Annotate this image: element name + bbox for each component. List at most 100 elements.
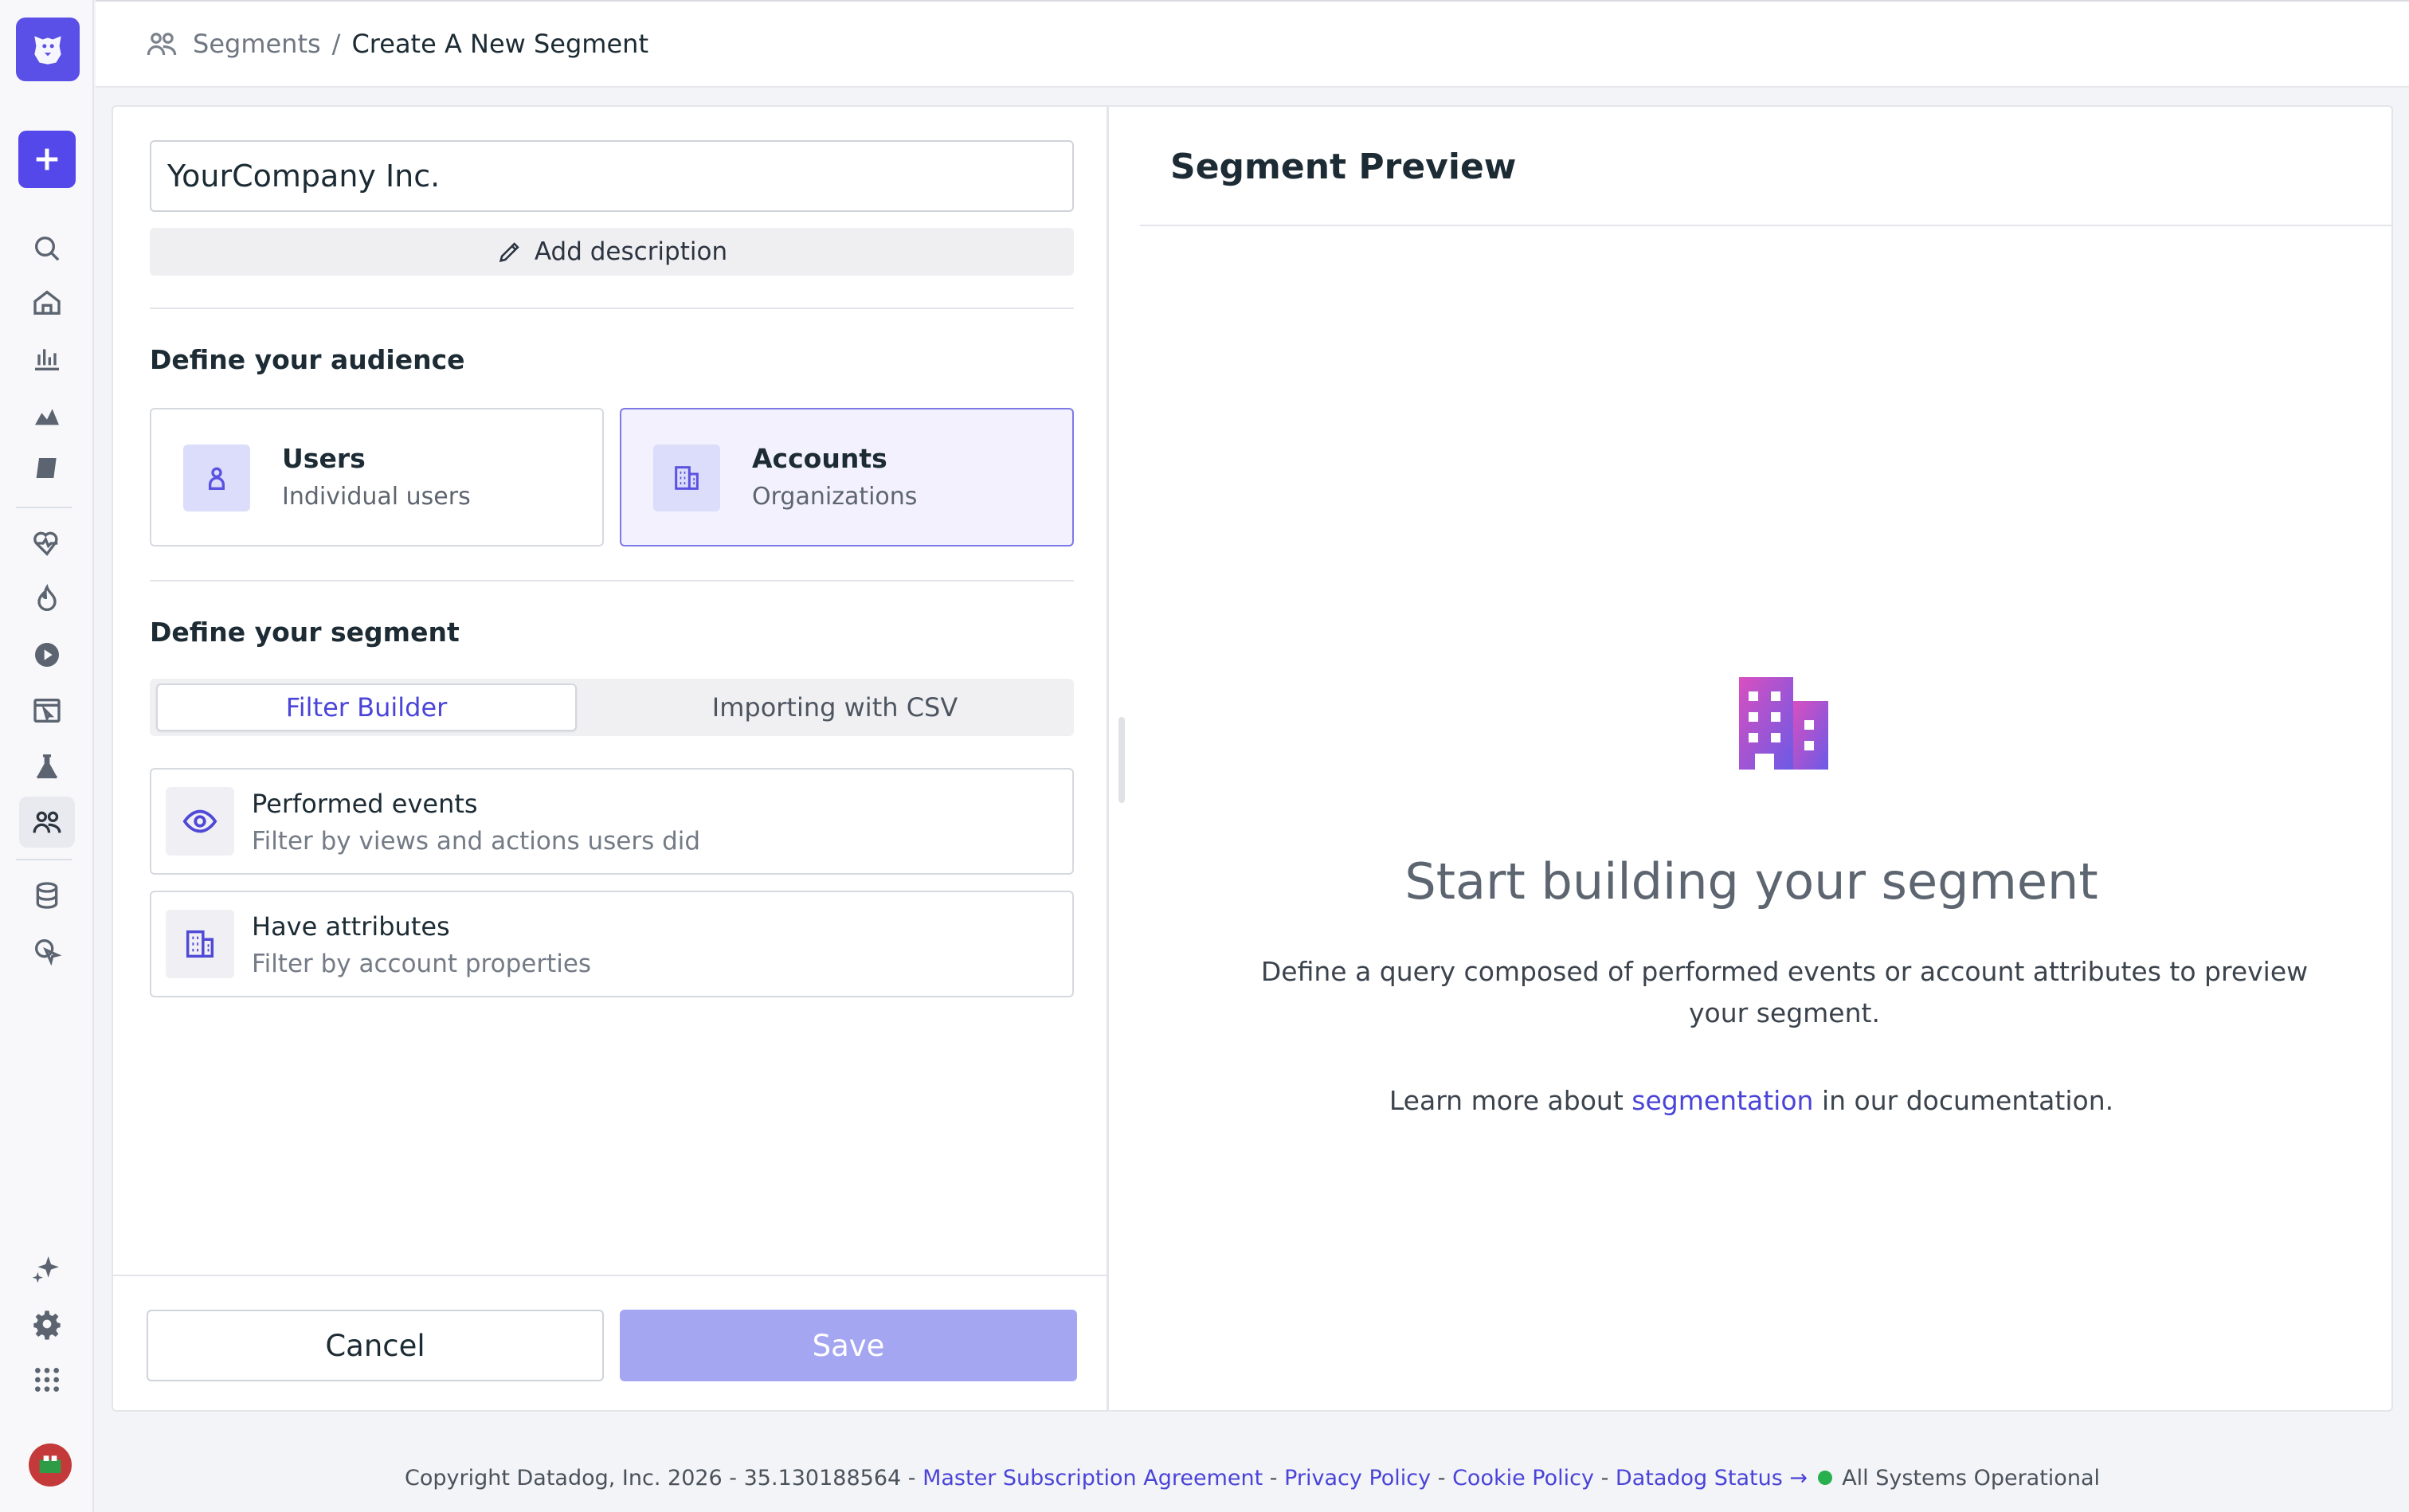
page-title: Create A New Segment — [351, 29, 648, 59]
audience-option-users[interactable]: Users Individual users — [150, 408, 604, 546]
users-icon — [147, 33, 177, 56]
nav-security[interactable] — [19, 574, 75, 625]
nav-search[interactable] — [19, 223, 75, 274]
segment-section-title: Define your segment — [150, 617, 460, 648]
area-chart-icon — [35, 409, 59, 425]
breadcrumb-separator: / — [331, 29, 341, 59]
building-icon-wrap — [166, 910, 234, 978]
cookie-policy-link[interactable]: Cookie Policy — [1452, 1466, 1594, 1490]
sparkle-icon — [32, 1256, 59, 1283]
nav-rum[interactable] — [19, 629, 75, 680]
nav-notebooks[interactable] — [19, 445, 75, 496]
learn-more-line: Learn more about segmentation in our doc… — [1111, 1085, 2391, 1116]
nav-segments[interactable] — [19, 797, 75, 848]
segment-preview-panel: Segment Preview Start building your segm… — [1111, 107, 2391, 1410]
avatar[interactable] — [29, 1443, 72, 1487]
status-ok-icon — [1817, 1470, 1832, 1485]
cancel-button[interactable]: Cancel — [147, 1310, 604, 1381]
nav-integrations[interactable] — [19, 926, 75, 977]
add-description-button[interactable]: Add description — [150, 228, 1074, 276]
nav-divider — [16, 859, 72, 860]
filter-title: Have attributes — [252, 911, 450, 942]
building-icon — [186, 930, 214, 958]
segment-method-tabs: Filter Builder Importing with CSV — [150, 679, 1074, 736]
plus-icon — [36, 148, 58, 170]
empty-state-title: Start building your segment — [1404, 852, 2098, 911]
empty-state-description: Define a query composed of performed eve… — [1260, 956, 2309, 1028]
flame-icon — [37, 583, 57, 611]
copyright-text: Copyright Datadog, Inc. 2026 - 35.130188… — [404, 1466, 916, 1490]
nav-ai[interactable] — [19, 1243, 75, 1294]
user-avatar-icon — [39, 1455, 61, 1473]
nav-experiments[interactable] — [19, 741, 75, 792]
building-icon-wrap — [653, 445, 720, 511]
audience-section-title: Define your audience — [150, 344, 465, 375]
msa-link[interactable]: Master Subscription Agreement — [922, 1466, 1263, 1490]
breadcrumb: Segments / Create A New Segment — [96, 0, 2409, 88]
preview-divider — [1140, 225, 2391, 226]
audience-option-title: Accounts — [752, 443, 887, 474]
nav-data[interactable] — [19, 870, 75, 921]
nav-metrics[interactable] — [19, 389, 75, 440]
datadog-status-link[interactable]: Datadog Status → — [1616, 1466, 1808, 1490]
filter-performed-events[interactable]: Performed events Filter by views and act… — [150, 768, 1074, 875]
dog-logo-icon — [34, 36, 61, 65]
filter-subtitle: Filter by account properties — [252, 950, 592, 978]
segment-form: Add description Define your audience Use… — [113, 107, 1109, 1410]
nav-divider — [16, 507, 72, 508]
eye-icon-wrap — [166, 787, 234, 856]
add-description-label: Add description — [534, 237, 728, 266]
segment-editor-card: Add description Define your audience Use… — [112, 105, 2393, 1412]
audience-option-title: Users — [282, 443, 366, 474]
segmentation-docs-link[interactable]: segmentation — [1631, 1085, 1813, 1116]
audience-option-subtitle: Individual users — [282, 483, 471, 511]
footer-separator: - — [1600, 1466, 1609, 1490]
audience-option-subtitle: Organizations — [752, 483, 918, 511]
filter-title: Performed events — [252, 789, 478, 819]
users-icon — [33, 811, 61, 833]
gear-icon — [33, 1310, 61, 1340]
preview-title: Segment Preview — [1170, 147, 1517, 187]
left-nav — [0, 0, 94, 1512]
person-icon — [209, 467, 225, 490]
cursor-click-icon — [35, 939, 62, 966]
footer-separator: - — [1437, 1466, 1446, 1490]
nav-monitors[interactable] — [19, 518, 75, 569]
footer-separator: - — [1269, 1466, 1278, 1490]
learn-more-suffix: in our documentation. — [1821, 1085, 2114, 1116]
privacy-policy-link[interactable]: Privacy Policy — [1284, 1466, 1431, 1490]
tab-filter-builder[interactable]: Filter Builder — [156, 684, 577, 731]
nav-dashboards[interactable] — [19, 333, 75, 384]
status-text: All Systems Operational — [1842, 1466, 2100, 1490]
browser-cursor-icon — [33, 699, 61, 723]
pencil-icon — [499, 242, 519, 263]
breadcrumb-segments-link[interactable]: Segments — [193, 29, 321, 59]
audience-option-accounts[interactable]: Accounts Organizations — [620, 408, 1074, 546]
bar-chart-icon — [35, 349, 59, 370]
datadog-logo[interactable] — [16, 18, 80, 81]
page-footer: Copyright Datadog, Inc. 2026 - 35.130188… — [96, 1466, 2409, 1490]
eye-icon — [182, 809, 217, 833]
building-icon — [675, 466, 699, 490]
play-circle-icon — [35, 643, 59, 667]
nav-settings[interactable] — [19, 1299, 75, 1349]
save-button[interactable]: Save — [620, 1310, 1077, 1381]
section-divider — [150, 580, 1074, 582]
tab-import-csv[interactable]: Importing with CSV — [604, 684, 1066, 731]
nav-synthetics[interactable] — [19, 685, 75, 736]
nav-apps[interactable] — [19, 1354, 75, 1405]
new-button[interactable] — [18, 131, 76, 188]
nav-home[interactable] — [19, 277, 75, 328]
pane-resize-handle[interactable] — [1118, 717, 1125, 803]
notebook-icon — [36, 458, 57, 478]
heartbeat-icon — [33, 531, 58, 556]
home-icon — [33, 290, 61, 315]
person-icon-wrap — [183, 445, 250, 511]
search-icon — [35, 237, 60, 261]
segment-name-input[interactable] — [150, 140, 1074, 212]
grid-icon — [35, 1368, 59, 1392]
section-divider — [150, 307, 1074, 309]
filter-have-attributes[interactable]: Have attributes Filter by account proper… — [150, 891, 1074, 997]
form-footer-divider — [113, 1275, 1109, 1276]
filter-subtitle: Filter by views and actions users did — [252, 827, 701, 856]
